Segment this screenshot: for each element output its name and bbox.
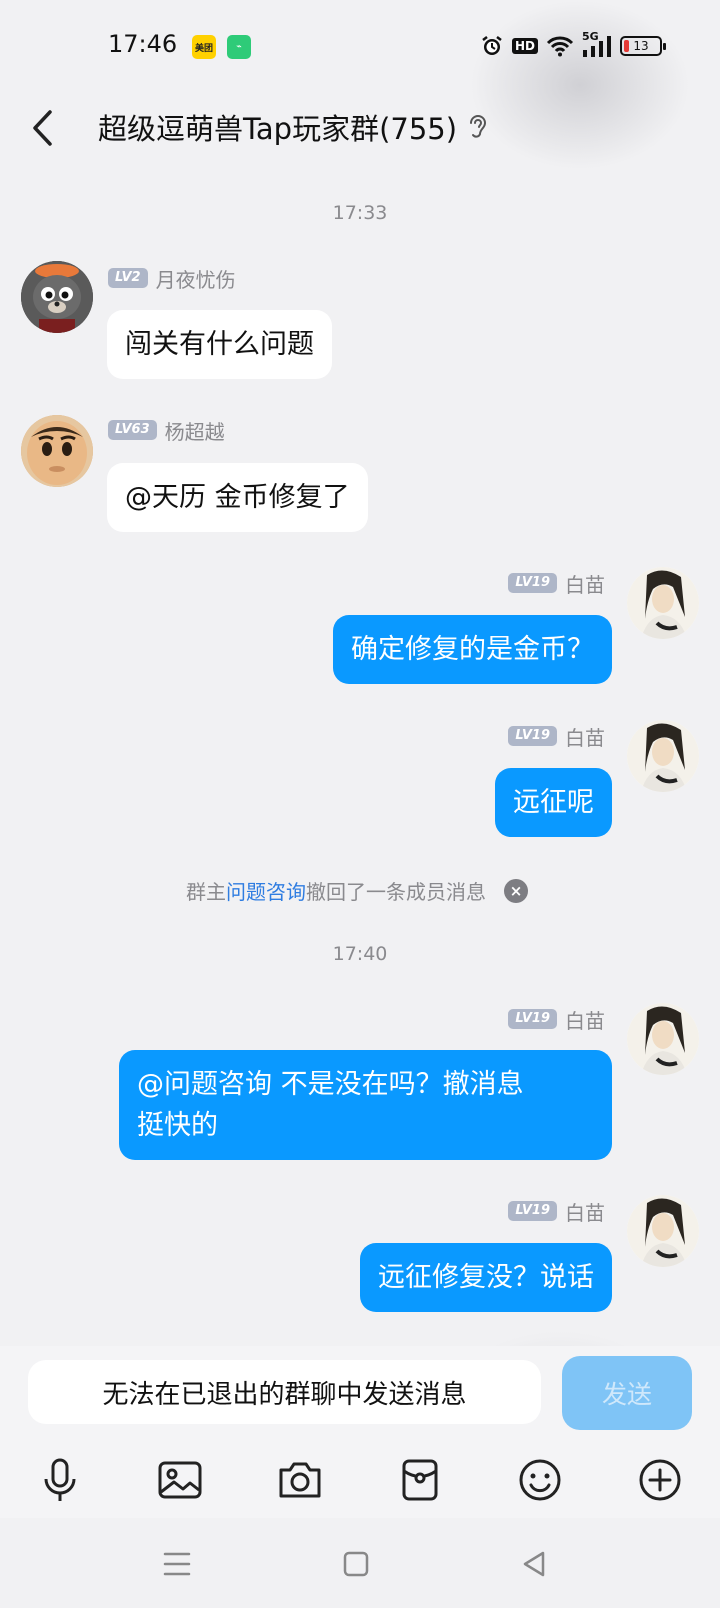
message-bubble[interactable]: 远征呢 — [495, 768, 612, 837]
level-badge: LV19 — [508, 726, 557, 746]
level-badge: LV19 — [508, 1201, 557, 1221]
image-icon — [158, 1461, 202, 1499]
sender-meta: LV19 白苗 — [508, 569, 605, 598]
swordsman-avatar-image — [627, 1195, 699, 1267]
message-line: @问题咨询 不是没在吗？撤消息 — [137, 1069, 524, 1100]
menu-nav-button[interactable] — [155, 1544, 199, 1584]
image-button[interactable] — [150, 1450, 210, 1510]
message-bubble[interactable]: 远征修复没？说话 — [360, 1243, 612, 1312]
home-nav-button[interactable] — [334, 1544, 378, 1584]
sender-name[interactable]: 白苗 — [565, 569, 605, 598]
red-packet-icon — [402, 1459, 438, 1501]
back-button[interactable] — [22, 104, 62, 152]
battery-saver-app-icon: ⌁ — [227, 35, 251, 59]
message-bubble[interactable]: @问题咨询 不是没在吗？撤消息 挺快的 — [119, 1050, 612, 1160]
chat-title[interactable]: 超级逗萌兽Tap玩家群(755) — [98, 106, 457, 148]
self-avatar[interactable] — [627, 1003, 699, 1075]
sender-name[interactable]: 白苗 — [565, 1005, 605, 1034]
recall-member-link[interactable]: 问题咨询 — [226, 876, 306, 905]
recall-notice: 群主 问题咨询 撤回了一条成员消息 × — [186, 876, 528, 905]
send-button[interactable]: 发送 — [562, 1356, 692, 1430]
self-avatar[interactable] — [627, 567, 699, 639]
sender-name[interactable]: 月夜忧伤 — [156, 264, 236, 293]
self-avatar[interactable] — [627, 720, 699, 792]
swordsman-avatar-image — [627, 567, 699, 639]
level-badge: LV63 — [108, 420, 157, 440]
sender-name[interactable]: 白苗 — [565, 1197, 605, 1226]
swordsman-avatar-image — [627, 720, 699, 792]
message-line: 挺快的 — [137, 1110, 218, 1141]
chevron-left-icon — [33, 110, 52, 146]
sender-meta: LV2 月夜忧伤 — [108, 264, 236, 293]
status-time: 17:46 — [108, 30, 178, 58]
recall-prefix: 群主 — [186, 880, 226, 904]
battery-icon: 13 — [620, 36, 666, 56]
back-triangle-icon — [523, 1551, 545, 1577]
navigation-bar — [0, 1518, 720, 1608]
emoji-button[interactable] — [510, 1450, 570, 1510]
message-bubble[interactable]: 确定修复的是金币？ — [333, 615, 612, 684]
sender-meta: LV19 白苗 — [508, 722, 605, 751]
timestamp: 17:33 — [332, 202, 388, 224]
network-type-label: 5G — [582, 30, 599, 43]
cartoon-boy-avatar-image — [21, 415, 93, 487]
red-packet-button[interactable] — [390, 1450, 450, 1510]
wifi-icon — [546, 35, 574, 57]
avatar[interactable] — [21, 415, 93, 487]
microphone-icon — [44, 1458, 76, 1501]
input-area: 无法在已退出的群聊中发送消息 发送 — [0, 1346, 720, 1518]
level-badge: LV19 — [508, 573, 557, 593]
sender-name[interactable]: 白苗 — [565, 722, 605, 751]
meituan-app-icon: 美团 — [192, 35, 216, 59]
timestamp: 17:40 — [332, 943, 388, 965]
sender-meta: LV63 杨超越 — [108, 416, 225, 445]
back-nav-button[interactable] — [512, 1544, 556, 1584]
ear-icon[interactable] — [466, 110, 490, 146]
title-bar: 超级逗萌兽Tap玩家群(755) — [0, 92, 720, 168]
hd-icon: HD — [511, 38, 538, 54]
sender-meta: LV19 白苗 — [508, 1197, 605, 1226]
camera-button[interactable] — [270, 1450, 330, 1510]
voice-button[interactable] — [30, 1450, 90, 1510]
system-icons: HD 5G 13 — [480, 30, 666, 60]
level-badge: LV19 — [508, 1009, 557, 1029]
recall-suffix: 撤回了一条成员消息 — [306, 880, 486, 904]
home-square-icon — [343, 1551, 369, 1577]
camera-icon — [279, 1462, 321, 1498]
menu-icon — [163, 1552, 191, 1576]
emoji-icon — [519, 1459, 561, 1501]
level-badge: LV2 — [108, 268, 148, 288]
avatar[interactable] — [21, 261, 93, 333]
message-input[interactable]: 无法在已退出的群聊中发送消息 — [28, 1360, 541, 1424]
wolf-avatar-image — [21, 261, 93, 333]
message-bubble[interactable]: @天历 金币修复了 — [107, 463, 368, 532]
plus-circle-icon — [639, 1459, 681, 1501]
sender-name[interactable]: 杨超越 — [165, 416, 225, 445]
battery-level: 13 — [633, 39, 649, 53]
message-bubble[interactable]: 闯关有什么问题 — [107, 310, 332, 379]
input-toolbar — [0, 1450, 720, 1510]
swordsman-avatar-image — [627, 1003, 699, 1075]
sender-meta: LV19 白苗 — [508, 1005, 605, 1034]
self-avatar[interactable] — [627, 1195, 699, 1267]
close-icon[interactable]: × — [504, 878, 528, 903]
cellular-signal-icon: 5G — [582, 30, 612, 58]
alarm-icon — [480, 34, 504, 58]
status-bar: 17:46 美团 ⌁ HD 5G 13 — [0, 0, 720, 92]
more-button[interactable] — [630, 1450, 690, 1510]
